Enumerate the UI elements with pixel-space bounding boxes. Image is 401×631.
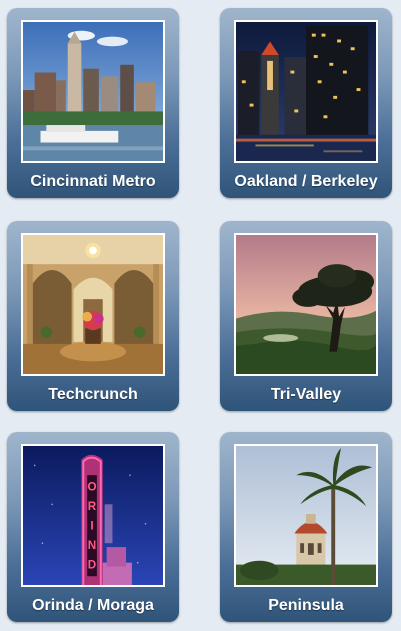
svg-text:D: D xyxy=(88,558,96,571)
tile-label: Orinda / Moraga xyxy=(32,597,154,614)
tile-label: Techcrunch xyxy=(48,386,138,403)
cincinnati-skyline-photo[interactable] xyxy=(21,20,165,163)
tile-label: Peninsula xyxy=(268,597,344,614)
tile-peninsula[interactable]: Peninsula xyxy=(220,432,392,622)
orinda-theater-sign-photo[interactable]: O R I N D xyxy=(21,444,165,587)
tile-techcrunch[interactable]: Techcrunch xyxy=(7,221,179,411)
grand-lobby-interior-photo[interactable] xyxy=(21,233,165,376)
tile-cincinnati-metro[interactable]: Cincinnati Metro xyxy=(7,8,179,198)
oakland-night-skyline-photo[interactable] xyxy=(234,20,378,163)
tile-label: Cincinnati Metro xyxy=(30,173,156,190)
tile-orinda-moraga[interactable]: O R I N D Orinda / Moraga xyxy=(7,432,179,622)
tile-label: Tri-Valley xyxy=(270,386,342,403)
svg-text:O: O xyxy=(87,481,96,494)
svg-text:I: I xyxy=(90,520,93,533)
tile-tri-valley[interactable]: Tri-Valley xyxy=(220,221,392,411)
tile-oakland-berkeley[interactable]: Oakland / Berkeley xyxy=(220,8,392,198)
svg-text:R: R xyxy=(88,500,97,513)
tile-label: Oakland / Berkeley xyxy=(234,173,378,190)
hoover-tower-palm-photo[interactable] xyxy=(234,444,378,587)
svg-text:N: N xyxy=(88,539,96,552)
oak-tree-golf-course-photo[interactable] xyxy=(234,233,378,376)
